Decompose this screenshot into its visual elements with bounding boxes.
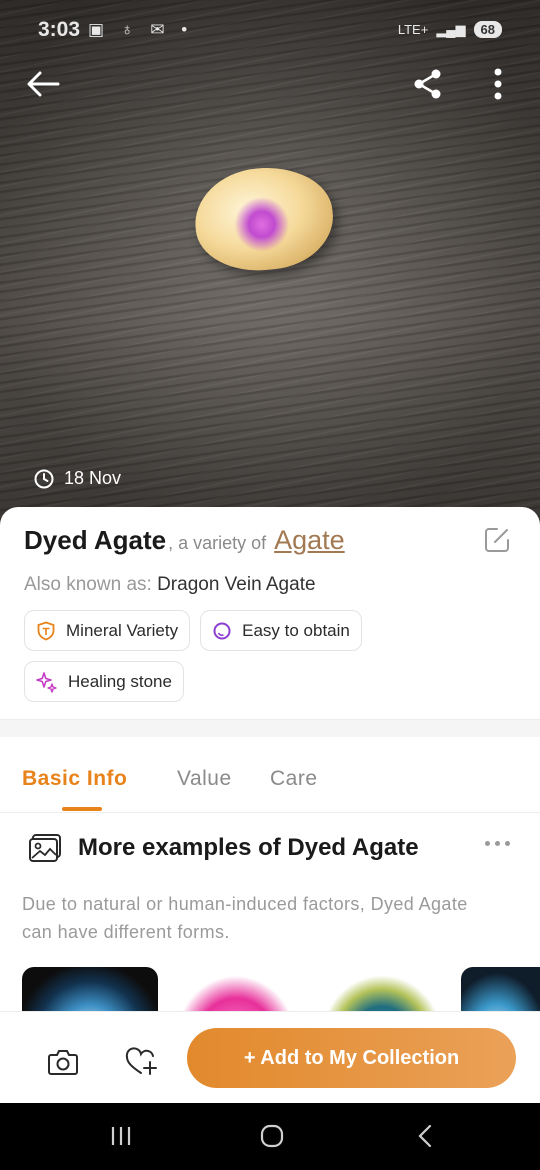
recent-apps-icon	[111, 1127, 131, 1145]
dot	[485, 841, 490, 846]
tag-chips: Mineral Variety Easy to obtain Healing s…	[24, 610, 504, 702]
tag-mineral-variety[interactable]: Mineral Variety	[24, 610, 191, 651]
parent-mineral-link[interactable]: Agate	[274, 525, 345, 556]
arrow-left-icon	[27, 71, 60, 97]
back-button[interactable]	[19, 60, 67, 108]
clock-icon	[34, 469, 54, 488]
tab-value[interactable]: Value	[177, 767, 232, 791]
example-thumbnail[interactable]	[314, 967, 450, 1012]
network-label: LTE+	[397, 22, 429, 37]
edit-icon	[485, 528, 509, 552]
examples-more-button[interactable]	[485, 841, 510, 846]
more-vertical-icon	[494, 68, 502, 100]
dot	[505, 841, 510, 846]
tag-easy-to-obtain[interactable]: Easy to obtain	[200, 610, 362, 651]
favorite-button[interactable]	[121, 1042, 161, 1082]
variety-prefix: , a variety of	[168, 533, 267, 553]
camera-button[interactable]	[43, 1042, 83, 1082]
specimen-photo[interactable]: 3:03 ▣ ♁ ✉ • LTE+ ▂▄▆ 68 18 Nov	[0, 0, 540, 530]
photo-date: 18 Nov	[34, 468, 121, 489]
tag-label: Healing stone	[68, 671, 172, 691]
status-time: 3:03	[38, 18, 81, 41]
examples-header: More examples of Dyed Agate	[28, 833, 419, 863]
shield-gem-icon	[37, 621, 55, 640]
aka-label: Also known as:	[24, 574, 152, 595]
status-bar: 3:03 ▣ ♁ ✉ • LTE+ ▂▄▆ 68	[0, 0, 540, 62]
battery-icon: 68	[473, 21, 502, 38]
specimen-name: Dyed Agate	[24, 525, 167, 555]
tab-care[interactable]: Care	[270, 767, 318, 791]
camera-icon	[48, 1050, 78, 1075]
signal-icon: ▂▄▆	[436, 21, 466, 37]
example-thumbnails	[22, 967, 540, 1012]
edit-button[interactable]	[482, 525, 512, 555]
dot	[495, 841, 500, 846]
share-button[interactable]	[404, 60, 452, 108]
more-options-button[interactable]	[474, 60, 522, 108]
examples-title: More examples of Dyed Agate	[78, 834, 419, 861]
example-thumbnail[interactable]	[168, 967, 304, 1012]
circle-ring-icon	[213, 622, 231, 639]
tag-label: Mineral Variety	[66, 620, 179, 640]
tag-label: Easy to obtain	[242, 620, 350, 640]
tab-basic-info[interactable]: Basic Info	[22, 767, 127, 791]
examples-description: Due to natural or human-induced factors,…	[22, 894, 468, 942]
section-divider	[0, 719, 540, 737]
notification-icons: ▣ ♁ ✉ •	[88, 20, 194, 39]
date-label: 18 Nov	[64, 468, 122, 488]
share-icon	[414, 69, 441, 99]
system-navigation-bar	[0, 1103, 540, 1170]
system-back-button[interactable]	[410, 1121, 440, 1151]
recent-apps-button[interactable]	[106, 1121, 136, 1151]
also-known-as: Also known as: Dragon Vein Agate	[24, 574, 316, 596]
gallery-icon	[29, 834, 61, 862]
title-row: Dyed Agate , a variety of Agate	[24, 525, 345, 556]
bottom-action-bar: + Add to My Collection	[0, 1011, 540, 1103]
chevron-left-icon	[418, 1124, 432, 1148]
active-tab-indicator	[62, 807, 102, 811]
home-icon	[260, 1124, 284, 1148]
tab-bar: Basic Info Value Care	[0, 737, 540, 813]
example-thumbnail[interactable]	[461, 967, 540, 1012]
heart-plus-icon	[125, 1047, 157, 1075]
example-thumbnail[interactable]	[22, 967, 158, 1012]
tag-healing-stone[interactable]: Healing stone	[24, 661, 184, 702]
add-to-collection-button[interactable]: + Add to My Collection	[187, 1028, 516, 1088]
home-button[interactable]	[257, 1121, 287, 1151]
status-right: LTE+ ▂▄▆ 68	[398, 21, 502, 38]
sparkles-icon	[36, 671, 57, 693]
aka-value: Dragon Vein Agate	[157, 574, 316, 595]
